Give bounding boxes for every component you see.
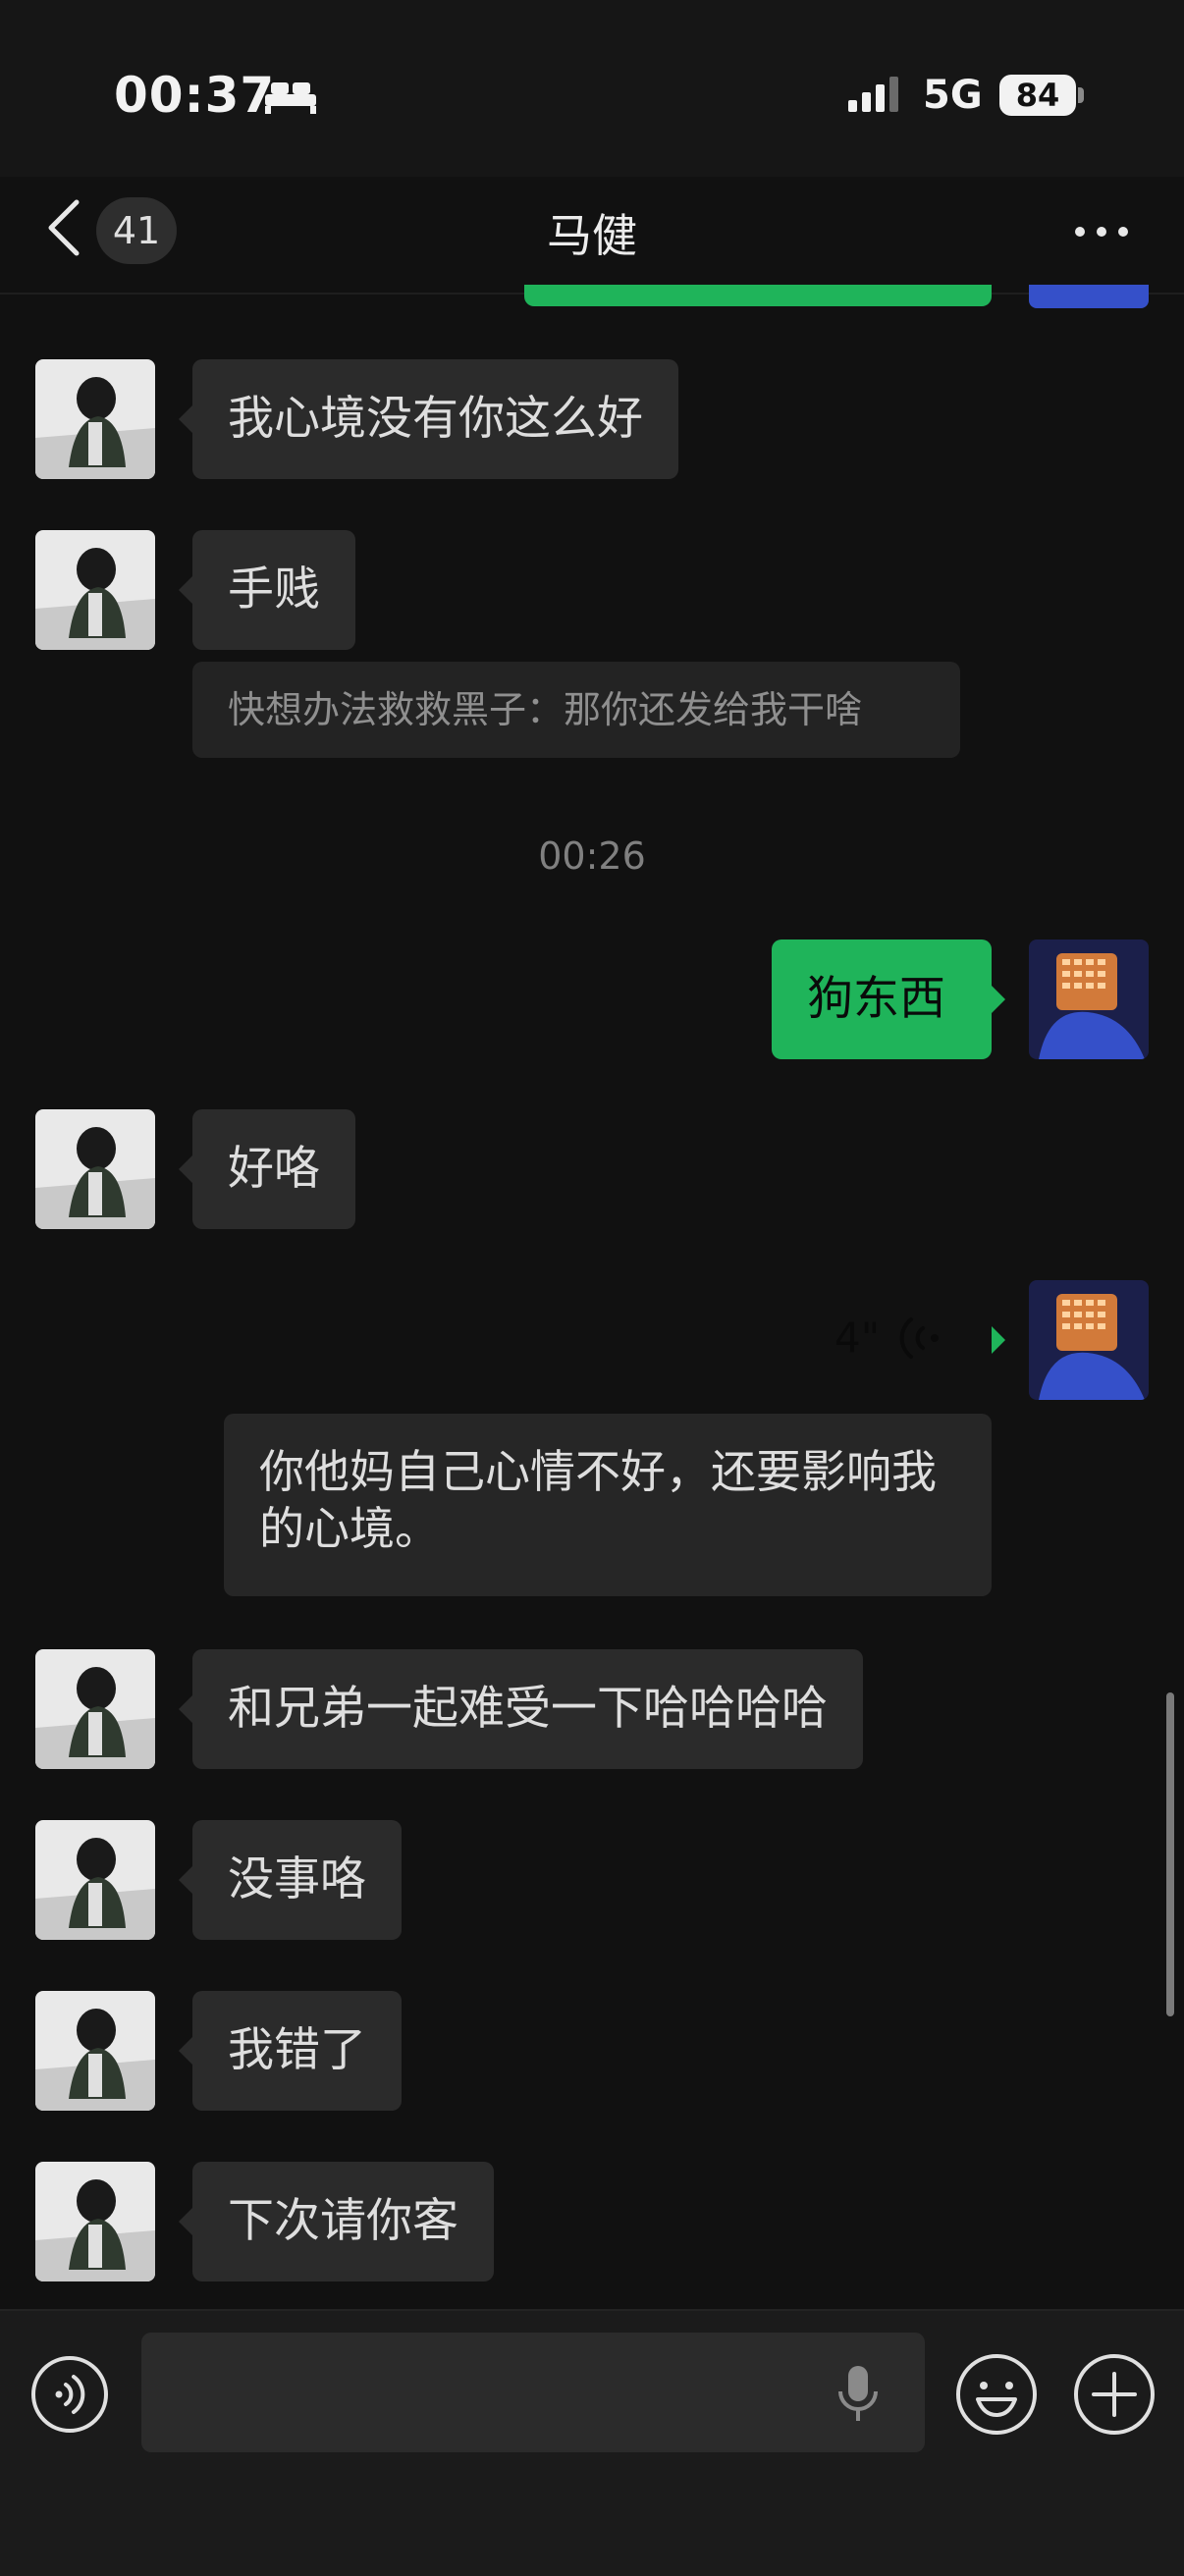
message-input[interactable]	[141, 2333, 925, 2452]
contact-avatar[interactable]	[35, 1649, 155, 1769]
status-bar: 00:37 5G 84	[0, 0, 1184, 177]
incoming-message[interactable]: 我心境没有你这么好	[179, 359, 678, 479]
network-type: 5G	[923, 73, 983, 118]
contact-avatar[interactable]	[35, 1109, 155, 1229]
status-time: 00:37	[114, 67, 276, 124]
outgoing-message[interactable]: 狗东西	[772, 939, 1005, 1059]
my-avatar[interactable]	[1029, 939, 1149, 1059]
incoming-message[interactable]: 和兄弟一起难受一下哈哈哈哈	[179, 1649, 863, 1769]
chat-title: 马健	[547, 209, 637, 262]
my-avatar[interactable]	[1029, 1280, 1149, 1400]
signal-icon	[848, 77, 898, 112]
microphone-icon[interactable]	[836, 2364, 880, 2425]
incoming-message[interactable]: 我错了	[179, 1991, 402, 2111]
incoming-message[interactable]: 手贱	[179, 530, 355, 650]
message-timestamp: 00:26	[538, 834, 646, 878]
incoming-message[interactable]: 下次请你客	[179, 2162, 494, 2281]
add-attachment-icon[interactable]	[1072, 2352, 1157, 2437]
more-icon[interactable]	[1072, 222, 1131, 242]
voice-input-toggle-icon[interactable]	[29, 2354, 110, 2435]
voice-transcript[interactable]: 你他妈自己心情不好，还要影响我的心境。	[224, 1414, 992, 1596]
voice-duration: 4"	[834, 1314, 881, 1362]
quoted-reply[interactable]: 快想办法救救黑子：那你还发给我干啥	[192, 662, 960, 758]
incoming-message[interactable]: 没事咯	[179, 1820, 402, 1940]
emoji-icon[interactable]	[954, 2352, 1039, 2437]
contact-avatar[interactable]	[35, 530, 155, 650]
message-bubble-partial[interactable]	[524, 285, 992, 306]
battery-tip	[1078, 87, 1084, 103]
scrollbar[interactable]	[1166, 1692, 1174, 2016]
my-avatar-partial[interactable]	[1029, 285, 1149, 308]
contact-avatar[interactable]	[35, 359, 155, 479]
contact-avatar[interactable]	[35, 2162, 155, 2281]
sleep-mode-icon	[265, 82, 316, 114]
contact-avatar[interactable]	[35, 1991, 155, 2111]
incoming-message[interactable]: 好咯	[179, 1109, 355, 1229]
contact-avatar[interactable]	[35, 1820, 155, 1940]
voice-wave-icon	[899, 1317, 939, 1359]
battery-level: 84	[999, 75, 1076, 116]
